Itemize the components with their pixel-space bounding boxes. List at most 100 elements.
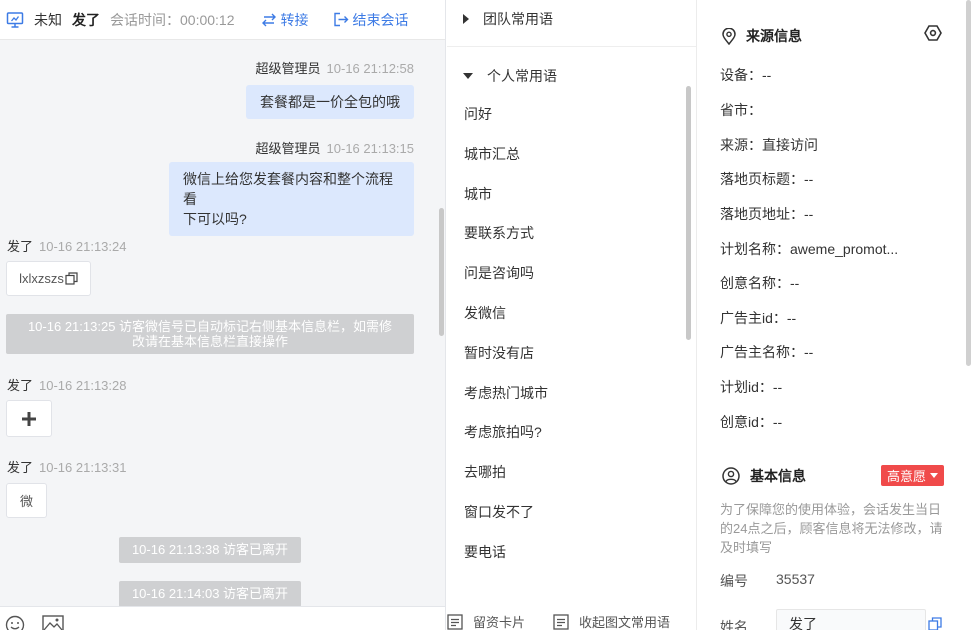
message-text: 套餐都是一价全包的哦: [260, 94, 400, 110]
image-icon[interactable]: [42, 615, 64, 630]
incoming-message[interactable]: lxlxzszs: [6, 261, 91, 296]
system-notice: 10-16 21:13:38 访客已离开: [119, 537, 301, 563]
source-region: 省市：: [720, 102, 762, 118]
group-label: 团队常用语: [483, 11, 553, 27]
customer-name-input[interactable]: [776, 609, 926, 630]
card-icon: [553, 613, 569, 630]
phrases-pane: 团队常用语 个人常用语 问好 城市汇总 城市 要联系方式 问是咨询吗 发微信 暂…: [447, 0, 697, 630]
message-sender: 超级管理员: [255, 141, 321, 156]
message-sender: 发了: [7, 239, 34, 254]
phrase-item[interactable]: 要联系方式: [464, 223, 684, 263]
info-pane: 来源信息 设备：-- 省市： 来源：直接访问 落地页标题：-- 落地页地址：--…: [698, 0, 973, 630]
group-personal-phrases[interactable]: 个人常用语: [463, 66, 557, 86]
system-notice-line: 10-16 21:13:25 访客微信号已自动标记右侧基本信息栏，如需修: [27, 319, 393, 334]
group-label: 个人常用语: [487, 68, 557, 84]
user-circle-icon: [722, 467, 740, 485]
phrase-item[interactable]: 要电话: [464, 542, 684, 582]
settings-icon[interactable]: [924, 24, 942, 42]
caret-down-icon: [930, 473, 938, 478]
outgoing-message[interactable]: 微信上给您发套餐内容和整个流程看 下可以吗?: [169, 162, 414, 236]
info-scrollbar[interactable]: [966, 0, 971, 366]
lead-card-button[interactable]: 留资卡片: [447, 612, 525, 630]
outgoing-message[interactable]: 套餐都是一价全包的哦: [246, 85, 414, 119]
message-text: 微: [19, 494, 33, 509]
section-title-text: 来源信息: [746, 28, 802, 44]
phrase-footer: 留资卡片 收起图文常用语: [447, 612, 696, 630]
section-title-text: 基本信息: [750, 468, 806, 484]
message-meta: 发了 10-16 21:13:28: [7, 375, 126, 394]
phrase-item[interactable]: 暂时没有店: [464, 343, 684, 383]
location-pin-icon: [722, 27, 736, 45]
message-text: lxlxzszs: [19, 271, 64, 286]
phrase-item[interactable]: 发微信: [464, 303, 684, 343]
message-sender: 发了: [7, 378, 34, 393]
message-sender: 发了: [7, 460, 34, 475]
source-channel: 来源：直接访问: [720, 137, 818, 153]
incoming-message[interactable]: [6, 400, 52, 437]
exit-icon: [333, 12, 348, 27]
end-session-button[interactable]: 结束会话: [333, 10, 409, 30]
intent-level-dropdown[interactable]: 高意愿: [881, 465, 944, 486]
source-advertiser-name: 广告主名称：--: [720, 344, 814, 360]
source-advertiser-id: 广告主id：--: [720, 310, 797, 326]
source-landing-url: 落地页地址：--: [720, 206, 814, 222]
transfer-icon: [261, 13, 276, 26]
incoming-message[interactable]: 微: [6, 483, 47, 518]
message-meta: 超级管理员 10-16 21:12:58: [256, 58, 414, 77]
message-sender: 超级管理员: [255, 61, 321, 76]
message-text-line: 微信上给您发套餐内容和整个流程看: [183, 171, 393, 207]
transfer-button[interactable]: 转接: [261, 10, 309, 30]
visitor-name: 发了: [72, 11, 100, 28]
transfer-label: 转接: [280, 11, 309, 28]
message-meta: 发了 10-16 21:13:31: [7, 457, 126, 476]
phrase-list: 问好 城市汇总 城市 要联系方式 问是咨询吗 发微信 暂时没有店 考虑热门城市 …: [464, 104, 684, 582]
phrase-item[interactable]: 考虑旅拍吗?: [464, 422, 684, 462]
copy-icon[interactable]: [65, 272, 78, 285]
session-timer: 会话时间：00:00:12: [110, 11, 235, 28]
caret-right-icon: [463, 14, 469, 24]
divider: [447, 46, 696, 47]
phrase-item[interactable]: 城市: [464, 184, 684, 224]
card-icon: [447, 613, 463, 630]
monitor-icon: [6, 11, 24, 28]
collapse-rich-phrases-button[interactable]: 收起图文常用语: [553, 612, 670, 630]
chat-toolbar: [0, 606, 445, 630]
source-plan-id: 计划id：--: [720, 379, 783, 395]
message-list[interactable]: 超级管理员 10-16 21:12:58 套餐都是一价全包的哦 超级管理员 10-1…: [0, 40, 438, 606]
customer-id-value: 35537: [776, 571, 815, 587]
lead-card-label: 留资卡片: [473, 615, 526, 630]
customer-name-label: 姓名: [720, 619, 748, 630]
copy-icon[interactable]: [928, 617, 942, 630]
phrase-item[interactable]: 考虑热门城市: [464, 383, 684, 423]
message-time: 10-16 21:12:58: [326, 61, 414, 76]
source-creative-name: 创意名称：--: [720, 275, 800, 291]
phrase-item[interactable]: 问是咨询吗: [464, 263, 684, 303]
source-plan-name: 计划名称：aweme_promot...: [720, 241, 899, 257]
phrase-item[interactable]: 窗口发不了: [464, 502, 684, 542]
customer-id-label: 编号: [720, 573, 748, 589]
phrase-item[interactable]: 城市汇总: [464, 144, 684, 184]
message-meta: 发了 10-16 21:13:24: [7, 236, 126, 255]
message-time: 10-16 21:13:24: [39, 239, 127, 254]
message-meta: 超级管理员 10-16 21:13:15: [256, 138, 414, 157]
group-team-phrases[interactable]: 团队常用语: [463, 9, 553, 29]
system-notice: 10-16 21:14:03 访客已离开: [119, 581, 301, 606]
system-notice: 10-16 21:13:25 访客微信号已自动标记右侧基本信息栏，如需修 改请在…: [6, 314, 414, 354]
phrase-scrollbar[interactable]: [686, 86, 691, 340]
source-device: 设备：--: [720, 67, 772, 83]
emoji-icon[interactable]: [5, 615, 25, 630]
edit-deadline-notice: 为了保障您的使用体验，会话发生当日的24点之后，顾客信息将无法修改，请及时填写: [720, 502, 943, 555]
source-info-title: 来源信息: [722, 26, 802, 46]
chat-header: 未知 发了 会话时间：00:00:12 转接 结束会话: [0, 0, 445, 40]
message-time: 10-16 21:13:28: [39, 378, 127, 393]
intent-level-label: 高意愿: [886, 469, 926, 484]
phrase-item[interactable]: 去哪拍: [464, 462, 684, 502]
source-landing-title: 落地页标题：--: [720, 171, 814, 187]
caret-down-icon: [463, 73, 473, 79]
message-text-line: 下可以吗?: [183, 211, 247, 227]
chat-scrollbar[interactable]: [439, 208, 444, 336]
collapse-rich-phrases-label: 收起图文常用语: [579, 615, 671, 630]
basic-info-title: 基本信息: [722, 466, 806, 486]
chat-pane: 未知 发了 会话时间：00:00:12 转接 结束会话 超级管理员 10-16 2…: [0, 0, 446, 630]
phrase-item[interactable]: 问好: [464, 104, 684, 144]
